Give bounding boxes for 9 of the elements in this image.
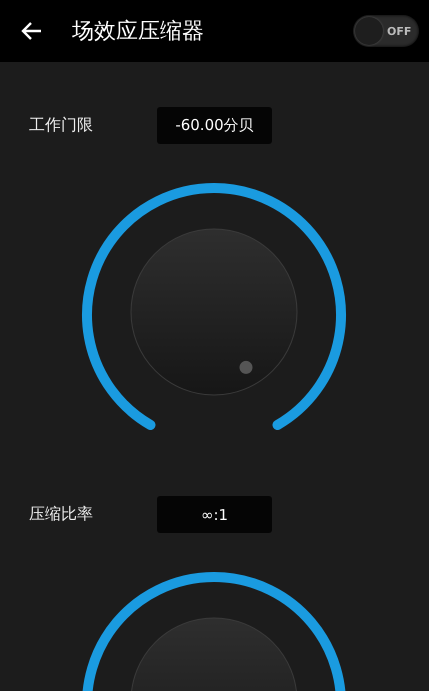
screen-title: 场效应压缩器: [72, 18, 205, 46]
back-arrow-icon[interactable]: [21, 21, 43, 41]
power-toggle[interactable]: OFF: [353, 15, 419, 47]
value-display: ∞:1: [157, 496, 272, 533]
value-display: -60.00分贝: [157, 107, 272, 144]
rotary-knob[interactable]: [130, 228, 298, 396]
rotary-knob[interactable]: [130, 618, 298, 691]
parameter-label: 工作门限: [29, 115, 94, 136]
parameter-label: 压缩比率: [29, 504, 94, 525]
